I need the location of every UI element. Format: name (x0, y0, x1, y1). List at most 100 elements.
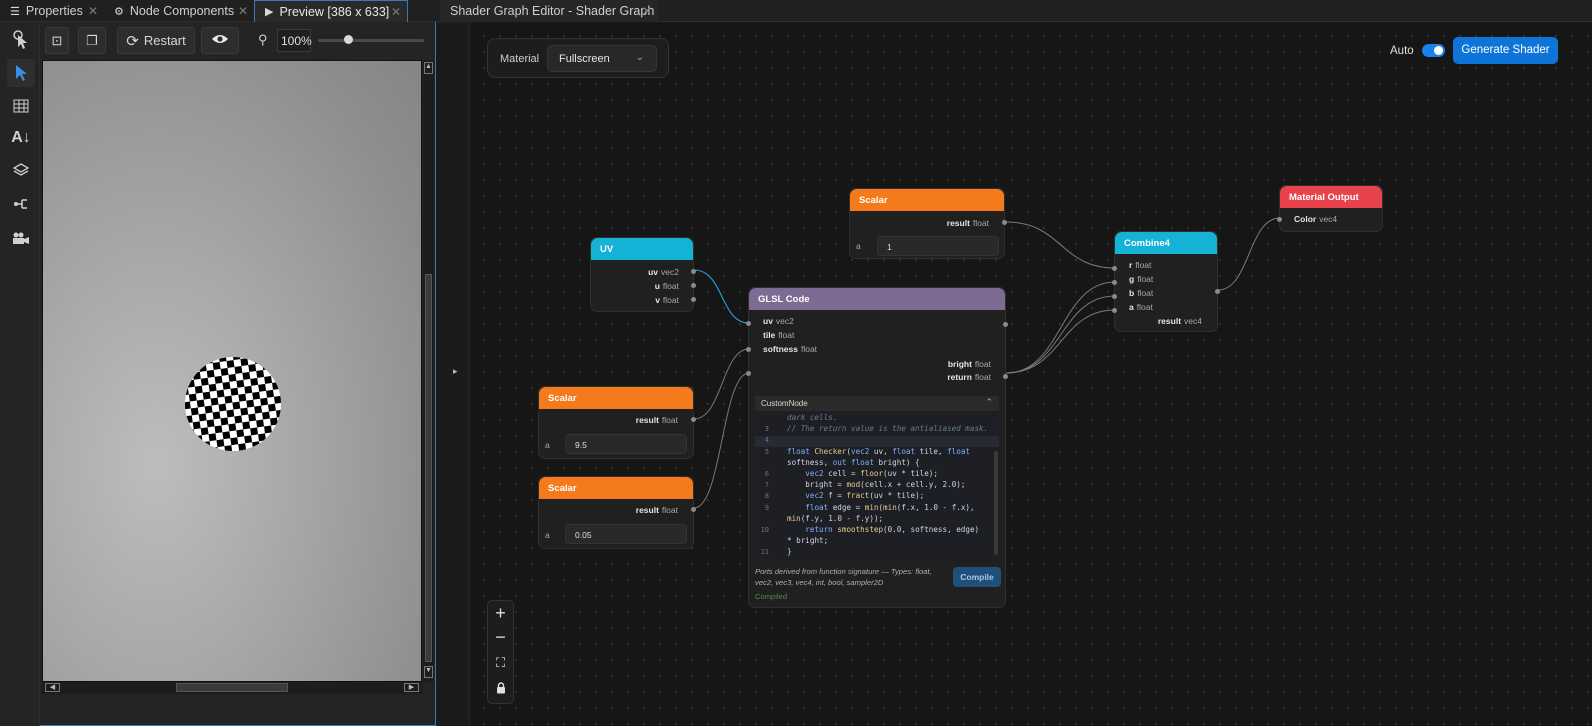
touch-pointer-icon[interactable] (7, 26, 35, 54)
line-number: 3 (764, 425, 769, 434)
graph-canvas[interactable] (440, 22, 1592, 726)
zoom-slider-track[interactable] (318, 39, 424, 42)
horizontal-scrollbar[interactable]: ◀ ▶ (42, 682, 423, 694)
code-scrollbar[interactable] (994, 451, 998, 555)
zoom-slider-thumb[interactable] (343, 35, 353, 44)
scroll-left-icon[interactable]: ◀ (45, 683, 60, 692)
line-number: 4 (764, 436, 769, 445)
visibility-button[interactable] (201, 27, 239, 54)
material-label: Material (500, 53, 540, 65)
output-socket[interactable] (691, 269, 696, 274)
input-socket[interactable] (746, 371, 751, 376)
tab-preview[interactable]: ▶ Preview [386 x 633] ✕ (254, 0, 408, 22)
tab-bar: ☰ Properties ✕ ⚙ Node Components ✕ ▶ Pre… (0, 0, 1592, 22)
code-line: vec2 f = fract(uv * tile); (805, 491, 925, 501)
table-icon[interactable] (7, 92, 35, 120)
code-editor-header[interactable]: CustomNode ⌃ (755, 396, 999, 411)
fit-view-icon[interactable]: ⛶ (488, 655, 513, 679)
node-scalar[interactable]: Scalar result float a 9.5 (538, 386, 696, 459)
line-number: 9 (764, 503, 769, 512)
horizontal-scroll-thumb[interactable] (176, 683, 288, 692)
line-number: 11 (760, 548, 769, 557)
input-socket[interactable] (1112, 294, 1117, 299)
port-v: v float (655, 295, 679, 305)
input-socket[interactable] (746, 347, 751, 352)
node-combine4[interactable]: Combine4 r float g float b float a float res… (1112, 231, 1220, 332)
output-socket[interactable] (691, 283, 696, 288)
tab-properties[interactable]: ☰ Properties ✕ (0, 0, 104, 22)
input-socket[interactable] (1112, 280, 1117, 285)
output-socket[interactable] (1215, 289, 1220, 294)
expand-panel-icon[interactable]: ▸ (453, 366, 458, 377)
compile-button[interactable]: Compile (953, 567, 1001, 587)
node-scalar[interactable]: Scalar result float a 0.05 (538, 476, 696, 549)
code-editor[interactable]: dark cells. 3 // The return value is the a… (755, 411, 999, 561)
zoom-value[interactable]: 100% (277, 29, 312, 52)
editor-name: CustomNode (761, 399, 808, 408)
restart-button[interactable]: ⟳ Restart (117, 27, 195, 54)
collapse-icon[interactable]: ⌃ (985, 397, 993, 408)
connect-icon[interactable] (7, 190, 35, 218)
output-socket[interactable] (691, 507, 696, 512)
output-socket[interactable] (691, 297, 696, 302)
input-socket[interactable] (1112, 308, 1117, 313)
node-title: Scalar (539, 477, 693, 499)
text-sort-icon[interactable]: A↓ (7, 124, 35, 152)
scalar-value-input[interactable]: 1 (877, 236, 999, 256)
camera-icon[interactable] (7, 224, 35, 252)
vertical-scrollbar[interactable]: ▲ ▼ (423, 60, 434, 682)
code-line: softness, out float bright) { (787, 457, 920, 467)
field-label: a (545, 440, 550, 450)
close-icon[interactable]: ✕ (238, 4, 248, 18)
close-icon[interactable]: ✕ (391, 5, 401, 19)
preview-viewport[interactable] (42, 60, 422, 682)
output-socket[interactable] (1003, 374, 1008, 379)
code-line: vec2 cell = floor(uv * tile); (805, 469, 938, 478)
line-number: 8 (764, 492, 769, 501)
tab-node-components[interactable]: ⚙ Node Components ✕ (104, 0, 254, 22)
current-line-highlight (755, 436, 999, 447)
scroll-up-icon[interactable]: ▲ (424, 62, 433, 74)
scalar-value-input[interactable]: 0.05 (565, 524, 687, 544)
select-arrow-icon[interactable] (7, 59, 35, 87)
auto-toggle[interactable] (1422, 44, 1445, 57)
code-line: dark cells. (787, 413, 838, 422)
vertical-scroll-thumb[interactable] (425, 274, 432, 662)
output-socket[interactable] (691, 417, 696, 422)
node-scalar[interactable]: Scalar result float a 1 (849, 188, 1007, 259)
zoom-out-button[interactable]: − (488, 627, 513, 651)
input-socket[interactable] (1112, 266, 1117, 271)
node-uv[interactable]: UV uv vec2 u float v float (590, 237, 696, 312)
close-icon[interactable]: ✕ (88, 4, 98, 18)
port-uv: uv vec2 (648, 267, 679, 277)
node-title: Material Output (1280, 186, 1382, 208)
eye-icon (211, 33, 229, 48)
scroll-right-icon[interactable]: ▶ (404, 683, 419, 692)
restart-icon: ⟳ (126, 32, 139, 50)
code-line: bright = mod(cell.x + cell.y, 2.0); (805, 480, 966, 490)
toggle-knob (1434, 46, 1443, 55)
generate-shader-button[interactable]: Generate Shader (1453, 37, 1558, 64)
port-color: Color vec4 (1294, 214, 1338, 224)
input-socket[interactable] (1277, 217, 1282, 222)
output-socket[interactable] (1002, 220, 1007, 225)
port-tile: tile float (763, 330, 795, 340)
output-socket[interactable] (1003, 322, 1008, 327)
scroll-down-icon[interactable]: ▼ (424, 666, 433, 678)
input-socket[interactable] (746, 321, 751, 326)
field-label: a (545, 530, 550, 540)
tool-strip: A↓ (0, 22, 40, 726)
lock-icon[interactable] (488, 681, 513, 703)
close-icon[interactable]: ✕ (642, 4, 652, 18)
line-number: 7 (764, 481, 769, 490)
capture-icon: ⊡ (51, 32, 63, 48)
layers-icon[interactable] (7, 156, 35, 184)
resize-button[interactable]: ❐ (78, 27, 106, 54)
material-dropdown[interactable]: Fullscreen ⌄ (547, 45, 657, 72)
zoom-in-button[interactable]: + (488, 603, 513, 627)
tab-shader-graph-editor[interactable]: Shader Graph Editor - Shader Graph ✕ (440, 0, 658, 22)
node-glsl-code[interactable]: GLSL Code uv vec2 tile float softness float… (746, 287, 1008, 608)
scalar-value-input[interactable]: 9.5 (565, 434, 687, 454)
screenshot-button[interactable]: ⊡ (45, 27, 69, 54)
node-material-output[interactable]: Material Output Color vec4 (1277, 185, 1383, 232)
